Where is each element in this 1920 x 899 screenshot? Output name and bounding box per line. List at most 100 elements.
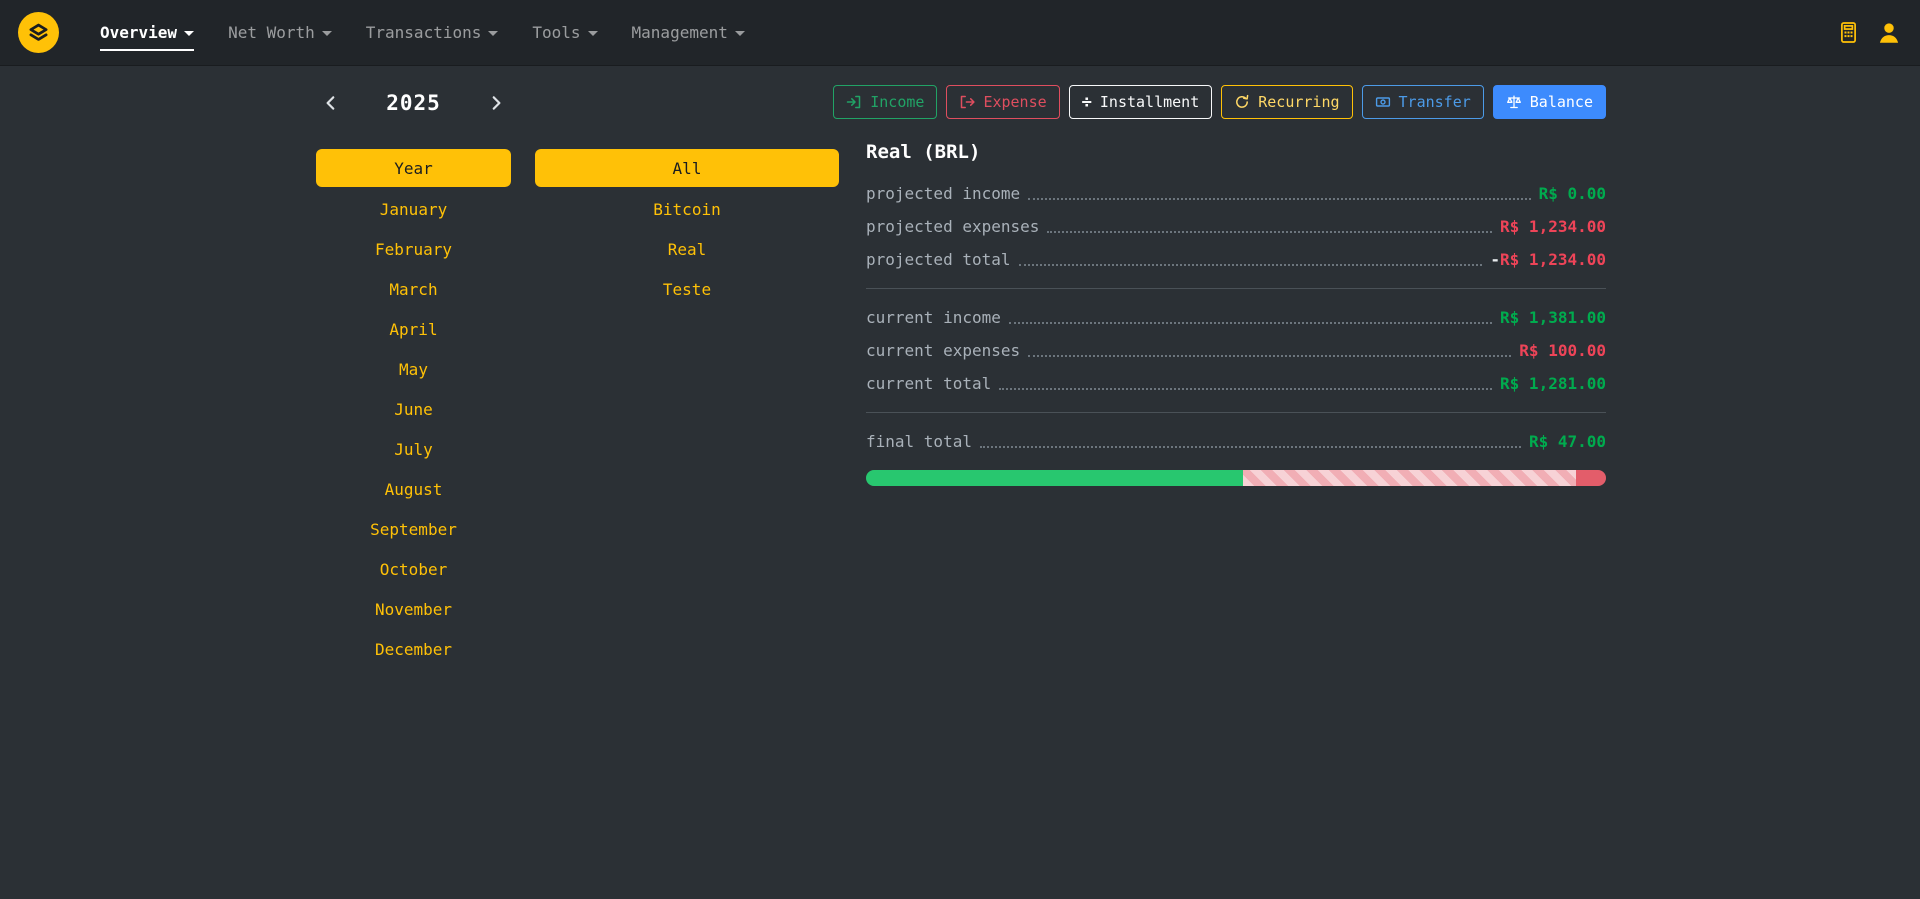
divide-icon: ÷: [1082, 94, 1092, 111]
summary-row-projected-expenses: projected expenses R$ 1,234.00: [866, 210, 1606, 243]
brand-logo[interactable]: [18, 12, 59, 53]
button-label: Recurring: [1258, 93, 1339, 111]
account-list: Bitcoin Real Teste: [535, 189, 839, 309]
divider: [866, 288, 1606, 289]
chevron-right-icon: [487, 94, 505, 112]
account-real[interactable]: Real: [535, 229, 839, 269]
button-label: Transfer: [1399, 93, 1471, 111]
row-label: final total: [866, 432, 972, 451]
month-june[interactable]: June: [316, 389, 511, 429]
balance-scale-icon: [1506, 94, 1522, 110]
year-button[interactable]: Year: [316, 149, 511, 187]
summary-panel: Income Expense ÷ Installment: [866, 85, 1606, 669]
divider: [866, 412, 1606, 413]
month-april[interactable]: April: [316, 309, 511, 349]
chevron-down-icon: [488, 31, 498, 36]
month-september[interactable]: September: [316, 509, 511, 549]
cash-icon: [1375, 94, 1391, 110]
row-value: R$ 100.00: [1519, 341, 1606, 360]
button-label: Balance: [1530, 93, 1593, 111]
nav-label: Management: [632, 23, 728, 42]
row-value: R$ 47.00: [1529, 432, 1606, 451]
row-label: projected total: [866, 250, 1011, 269]
main-nav: Overview Net Worth Transactions Tools Ma…: [83, 0, 762, 65]
year-label: 2025: [386, 91, 441, 115]
dotted-leader: [1028, 355, 1511, 357]
nav-item-net-worth[interactable]: Net Worth: [228, 14, 332, 51]
button-label: Income: [870, 93, 924, 111]
value-sign: -: [1490, 250, 1500, 269]
dotted-leader: [980, 446, 1521, 448]
chevron-down-icon: [588, 31, 598, 36]
next-year-button[interactable]: [481, 88, 511, 118]
month-january[interactable]: January: [316, 189, 511, 229]
month-august[interactable]: August: [316, 469, 511, 509]
accounts-panel: All Bitcoin Real Teste: [535, 85, 839, 669]
summary-row-projected-total: projected total - R$ 1,234.00: [866, 243, 1606, 276]
arrow-repeat-icon: [1234, 94, 1250, 110]
month-list: January February March April May June Ju…: [316, 189, 511, 669]
balance-button[interactable]: Balance: [1493, 85, 1606, 119]
row-label: current income: [866, 308, 1001, 327]
row-value: R$ 1,234.00: [1500, 250, 1606, 269]
row-value: R$ 1,234.00: [1500, 217, 1606, 236]
month-november[interactable]: November: [316, 589, 511, 629]
row-value: R$ 1,281.00: [1500, 374, 1606, 393]
chevron-down-icon: [322, 31, 332, 36]
summary-row-current-total: current total R$ 1,281.00: [866, 367, 1606, 400]
nav-item-overview[interactable]: Overview: [100, 14, 194, 51]
nav-item-tools[interactable]: Tools: [532, 14, 597, 51]
transfer-button[interactable]: Transfer: [1362, 85, 1484, 119]
summary-row-projected-income: projected income R$ 0.00: [866, 177, 1606, 210]
navbar: Overview Net Worth Transactions Tools Ma…: [0, 0, 1920, 65]
layers-icon: [27, 21, 50, 44]
account-teste[interactable]: Teste: [535, 269, 839, 309]
row-value: R$ 1,381.00: [1500, 308, 1606, 327]
chevron-left-icon: [322, 94, 340, 112]
summary-row-current-expenses: current expenses R$ 100.00: [866, 334, 1606, 367]
box-arrow-out-right-icon: [959, 94, 975, 110]
row-label: projected expenses: [866, 217, 1039, 236]
dotted-leader: [1028, 198, 1530, 200]
month-december[interactable]: December: [316, 629, 511, 669]
month-july[interactable]: July: [316, 429, 511, 469]
previous-year-button[interactable]: [316, 88, 346, 118]
month-may[interactable]: May: [316, 349, 511, 389]
progress-negative-segment: [1576, 470, 1606, 486]
nav-item-transactions[interactable]: Transactions: [366, 14, 499, 51]
person-icon: [1876, 20, 1902, 46]
month-february[interactable]: February: [316, 229, 511, 269]
income-expense-progress-bar: [866, 470, 1606, 486]
dotted-leader: [999, 388, 1492, 390]
dotted-leader: [1019, 264, 1483, 266]
recurring-button[interactable]: Recurring: [1221, 85, 1352, 119]
calculator-button[interactable]: [1837, 21, 1860, 44]
month-march[interactable]: March: [316, 269, 511, 309]
chevron-down-icon: [735, 31, 745, 36]
account-bitcoin[interactable]: Bitcoin: [535, 189, 839, 229]
row-value: R$ 0.00: [1539, 184, 1606, 203]
nav-label: Net Worth: [228, 23, 315, 42]
dotted-leader: [1009, 322, 1492, 324]
box-arrow-in-right-icon: [846, 94, 862, 110]
summary-row-final-total: final total R$ 47.00: [866, 425, 1606, 458]
expense-button[interactable]: Expense: [946, 85, 1059, 119]
income-button[interactable]: Income: [833, 85, 937, 119]
button-label: Installment: [1100, 93, 1199, 111]
summary-title: Real (BRL): [866, 141, 1606, 163]
nav-label: Tools: [532, 23, 580, 42]
user-profile-button[interactable]: [1876, 20, 1902, 46]
installment-button[interactable]: ÷ Installment: [1069, 85, 1213, 119]
button-label: Expense: [983, 93, 1046, 111]
nav-item-management[interactable]: Management: [632, 14, 745, 51]
nav-label: Overview: [100, 23, 177, 42]
period-panel: 2025 Year January February March April M…: [316, 85, 511, 669]
all-accounts-button[interactable]: All: [535, 149, 839, 187]
dotted-leader: [1047, 231, 1492, 233]
row-label: current expenses: [866, 341, 1020, 360]
progress-striped-negative-segment: [1243, 470, 1576, 486]
month-october[interactable]: October: [316, 549, 511, 589]
nav-label: Transactions: [366, 23, 482, 42]
summary-row-current-income: current income R$ 1,381.00: [866, 301, 1606, 334]
row-label: current total: [866, 374, 991, 393]
